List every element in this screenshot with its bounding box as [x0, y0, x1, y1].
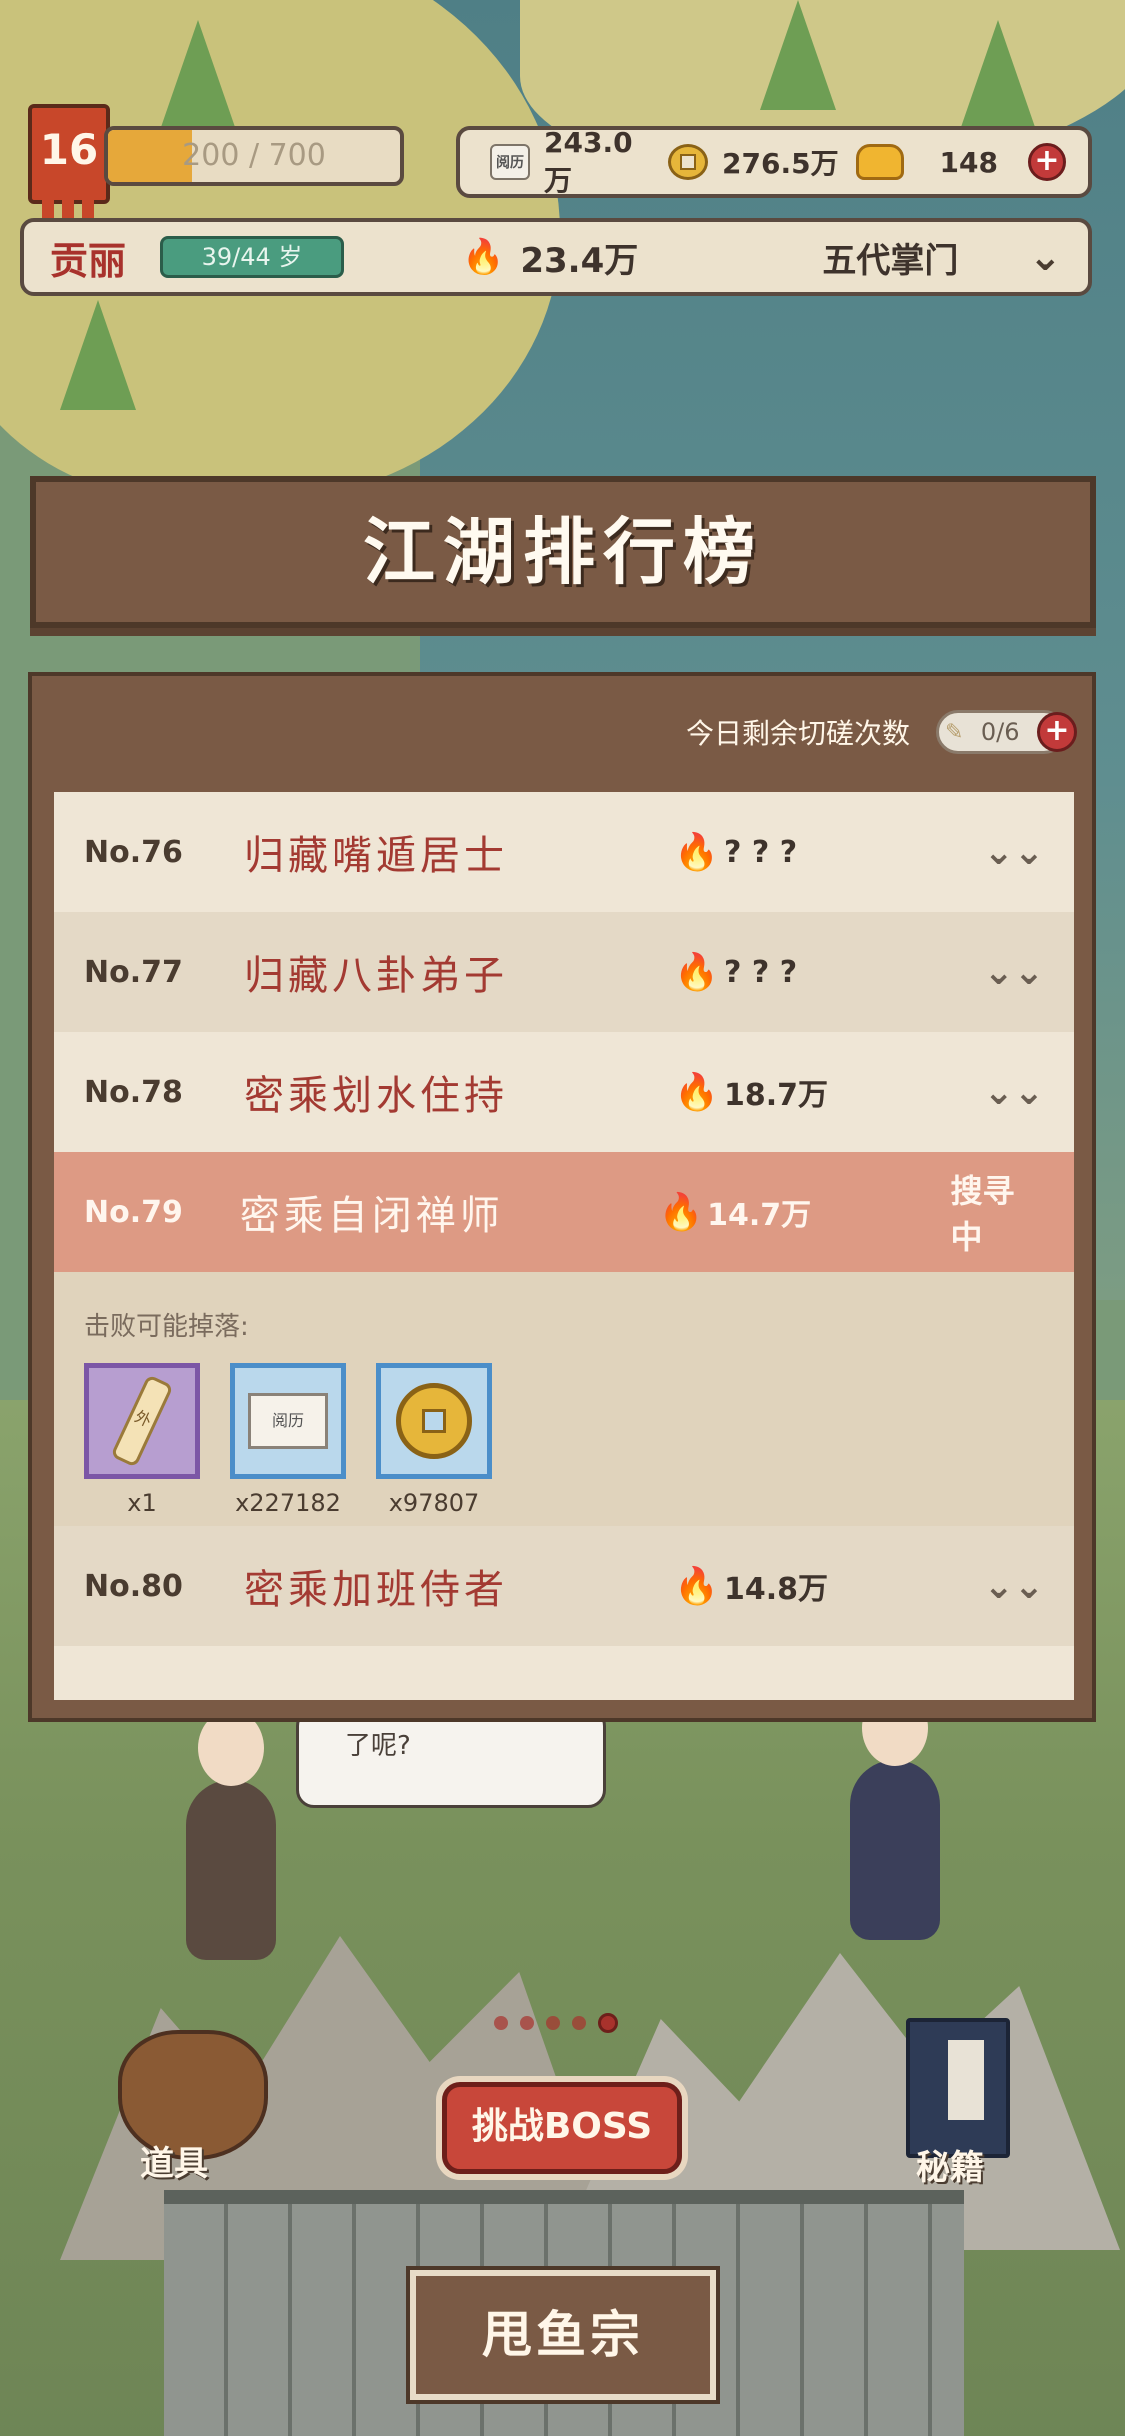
expand-chevron-icon[interactable]: ⌄⌄ [984, 952, 1044, 993]
drop-item[interactable]: x97807 [376, 1363, 492, 1517]
fire-icon: 🔥 [674, 832, 719, 873]
page-dot[interactable] [494, 2016, 508, 2030]
page-dot-active[interactable] [598, 2013, 618, 2033]
tree [60, 300, 136, 410]
ranking-row[interactable]: No.80 密乘加班侍者 🔥 14.8万 ⌄⌄ [54, 1526, 1074, 1646]
challenge-boss-button[interactable]: 挑战BOSS [442, 2082, 682, 2174]
ranking-title: 江湖排行榜 [362, 510, 763, 594]
gold-ingot-icon [856, 144, 904, 180]
opponent-power: 14.8万 [724, 1572, 829, 1607]
disciple-character[interactable] [186, 1710, 276, 1960]
opponent-power: 18.7万 [724, 1078, 829, 1113]
fire-icon: 🔥 [674, 952, 719, 993]
chevron-down-icon[interactable]: ⌄ [1028, 234, 1062, 280]
opponent-power: ? ? ? [724, 954, 798, 990]
expand-chevron-icon[interactable]: ⌄⌄ [984, 1566, 1044, 1607]
exp-bar: 200 / 700 [104, 126, 404, 186]
page-dot[interactable] [572, 2016, 586, 2030]
add-challenge-button[interactable]: + [1037, 712, 1077, 752]
player-name: 贡丽 [50, 238, 127, 283]
yueli-amount: 243.0万 [544, 125, 633, 197]
brush-icon: ✎ [945, 719, 964, 745]
drop-quantity: x1 [127, 1489, 157, 1517]
page-dot[interactable] [546, 2016, 560, 2030]
add-gold-button[interactable]: + [1028, 143, 1066, 181]
exp-text: 200 / 700 [182, 138, 326, 173]
challenge-count-row: 今日剩余切磋次数 ✎ 0/6 + [685, 710, 1077, 754]
expand-chevron-icon[interactable]: ⌄⌄ [984, 1072, 1044, 1113]
drop-item-frame [376, 1363, 492, 1479]
rank-number: No.80 [84, 1568, 183, 1604]
secrets-button-label[interactable]: 秘籍 [916, 2140, 984, 2189]
secret-book-icon[interactable] [906, 2018, 1010, 2158]
fire-icon: 🔥 [674, 1566, 719, 1607]
ranking-title-board: 江湖排行榜 [30, 476, 1096, 628]
drop-item[interactable]: 外 x1 [84, 1363, 200, 1517]
drop-quantity: x227182 [235, 1489, 341, 1517]
player-age-badge: 39/44 岁 [160, 236, 344, 278]
drop-rewards: 击败可能掉落: 外 x1 阅历 x227182 x97807 [54, 1272, 1074, 1526]
yueli-book-icon: 阅历 [248, 1393, 328, 1449]
opponent-power: ? ? ? [724, 834, 798, 870]
searching-status: 搜寻中 [950, 1172, 1015, 1256]
gold-amount: 148 [939, 145, 998, 179]
page-indicator [494, 2013, 618, 2033]
drop-quantity: x97807 [388, 1489, 480, 1517]
items-button-label[interactable]: 道具 [140, 2136, 208, 2185]
challenge-count-label: 今日剩余切磋次数 [685, 717, 910, 750]
rank-number: No.76 [84, 834, 183, 870]
fire-icon: 🔥 [658, 1192, 704, 1233]
expand-chevron-icon[interactable]: ⌄⌄ [984, 832, 1044, 873]
opponent-name: 归藏嘴遁居士 [244, 833, 508, 879]
sect-name-sign[interactable]: 甩鱼宗 [406, 2266, 720, 2404]
ranking-panel: 今日剩余切磋次数 ✎ 0/6 + No.76 归藏嘴遁居士 🔥 ? ? ? ⌄⌄… [28, 672, 1096, 1722]
page-dot[interactable] [520, 2016, 534, 2030]
sect-title: 五代掌门 [822, 240, 959, 281]
elder-character[interactable] [850, 1690, 940, 1940]
challenge-count-value: 0/6 [980, 718, 1020, 746]
opponent-name: 归藏八卦弟子 [244, 953, 508, 999]
coin-amount: 276.5万 [722, 147, 839, 180]
opponent-name: 密乘划水住持 [244, 1073, 508, 1119]
ranking-row[interactable]: No.77 归藏八卦弟子 🔥 ? ? ? ⌄⌄ [54, 912, 1074, 1032]
opponent-name: 密乘自闭禅师 [239, 1193, 504, 1239]
ranking-row-partial[interactable] [54, 1646, 1074, 1700]
ranking-row-selected[interactable]: No.79 密乘自闭禅师 🔥 14.7万 搜寻中 [54, 1152, 1074, 1272]
fire-icon: 🔥 [462, 237, 505, 277]
tree [160, 20, 236, 130]
ranking-row[interactable]: No.78 密乘划水住持 🔥 18.7万 ⌄⌄ [54, 1032, 1074, 1152]
yueli-book-icon: 阅历 [490, 144, 530, 180]
tree [960, 20, 1036, 130]
coin-icon [396, 1383, 472, 1459]
scroll-icon: 外 [110, 1374, 174, 1468]
drop-item-frame: 阅历 [230, 1363, 346, 1479]
player-level-badge[interactable]: 16 [28, 104, 110, 218]
drop-label: 击败可能掉落: [84, 1312, 249, 1342]
drop-item[interactable]: 阅历 x227182 [230, 1363, 346, 1517]
rank-number: No.78 [84, 1074, 183, 1110]
rank-number: No.79 [84, 1194, 183, 1230]
player-info-bar[interactable]: 贡丽 39/44 岁 🔥 23.4万 五代掌门 ⌄ [20, 218, 1092, 296]
rank-number: No.77 [84, 954, 183, 990]
fire-icon: 🔥 [674, 1072, 719, 1113]
ranking-row[interactable]: No.76 归藏嘴遁居士 🔥 ? ? ? ⌄⌄ [54, 792, 1074, 912]
tree [760, 0, 836, 110]
ranking-list[interactable]: No.76 归藏嘴遁居士 🔥 ? ? ? ⌄⌄ No.77 归藏八卦弟子 🔥 ?… [54, 792, 1074, 1700]
drop-item-frame: 外 [84, 1363, 200, 1479]
coin-icon [668, 144, 708, 180]
resource-panel: 阅历 243.0万 276.5万 148 + [456, 126, 1092, 198]
player-power: 23.4万 [520, 240, 639, 281]
opponent-name: 密乘加班侍者 [244, 1567, 508, 1613]
challenge-count-box: ✎ 0/6 + [936, 710, 1077, 754]
opponent-power: 14.7万 [707, 1198, 812, 1233]
speech-bubble: 了呢? [296, 1708, 606, 1808]
